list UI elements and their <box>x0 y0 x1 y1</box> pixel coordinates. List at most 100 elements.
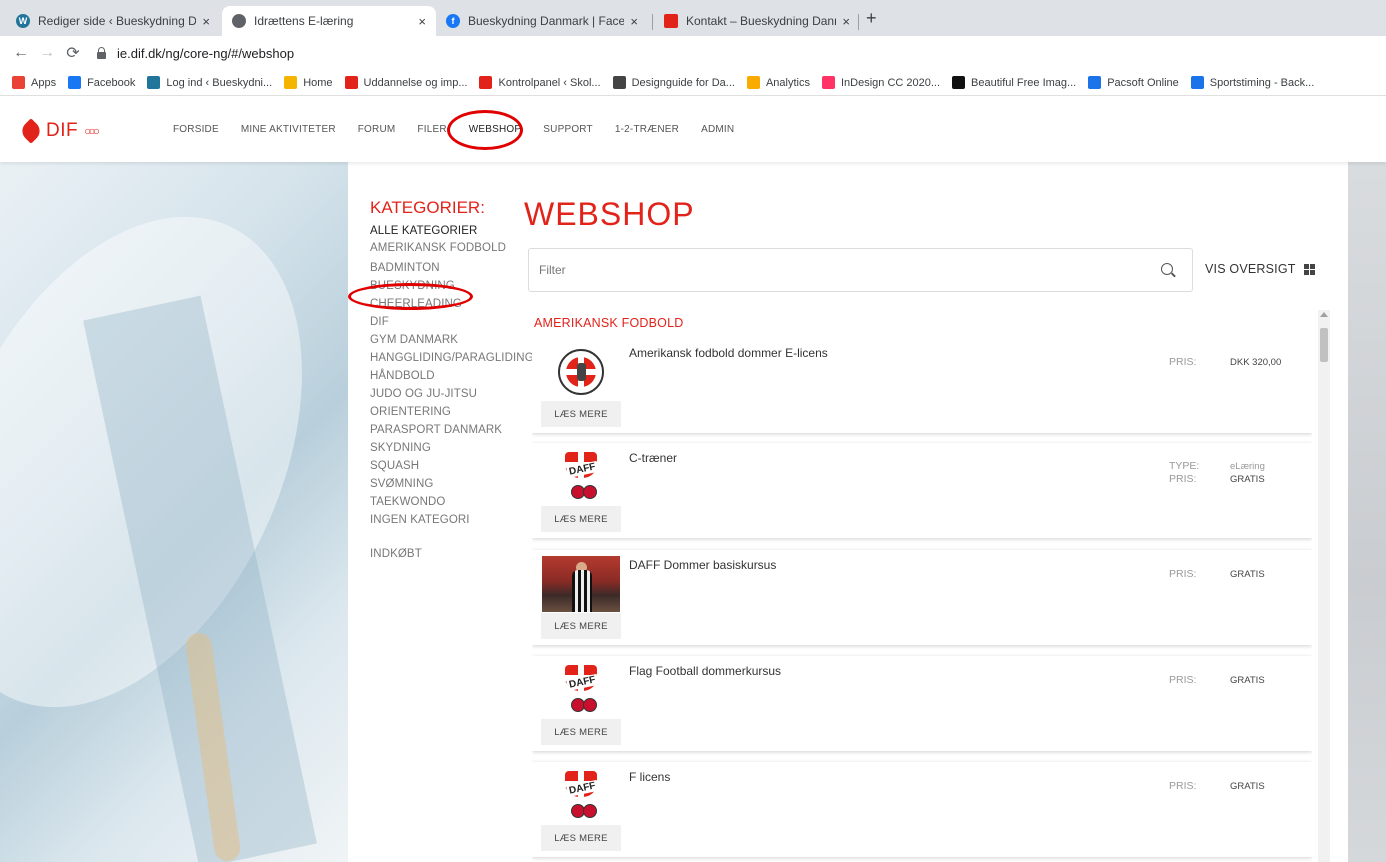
read-more-button[interactable]: LÆS MERE <box>541 506 621 532</box>
category-svoemning[interactable]: SVØMNING <box>370 475 540 493</box>
bookmark-item[interactable]: Designguide for Da... <box>612 76 735 89</box>
bookmark-item[interactable]: Uddannelse og imp... <box>344 76 468 89</box>
browser-tab-bar: W Rediger side ‹ Bueskydning Dann × Idræ… <box>0 0 1386 36</box>
view-overview-toggle[interactable]: VIS OVERSIGT <box>1205 262 1315 276</box>
close-icon[interactable]: × <box>418 14 426 29</box>
bookmark-item[interactable]: Facebook <box>68 76 135 89</box>
view-overview-label: VIS OVERSIGT <box>1205 262 1296 276</box>
read-more-button[interactable]: LÆS MERE <box>541 401 621 427</box>
nav-mine-aktiviteter[interactable]: MINE AKTIVITETER <box>241 124 336 135</box>
new-tab-button[interactable]: + <box>866 8 877 29</box>
category-indkoebt[interactable]: INDKØBT <box>370 545 540 563</box>
read-more-button[interactable]: LÆS MERE <box>541 613 621 639</box>
category-gym-danmark[interactable]: GYM DANMARK <box>370 331 540 349</box>
bookmark-favicon-icon <box>1190 76 1204 89</box>
nav-admin[interactable]: ADMIN <box>701 124 734 135</box>
bookmark-item[interactable]: Log ind ‹ Bueskydni... <box>147 76 272 89</box>
category-dif[interactable]: DIF <box>370 313 540 331</box>
category-ingen-kategori[interactable]: INGEN KATEGORI <box>370 511 540 529</box>
back-arrow-icon[interactable]: ← <box>8 44 34 62</box>
product-thumbnail <box>542 554 620 614</box>
bookmark-label: Uddannelse og imp... <box>363 76 468 89</box>
tab-facebook[interactable]: f Bueskydning Danmark | Faceboo × <box>436 6 648 36</box>
product-title[interactable]: C-træner <box>629 451 677 465</box>
product-list-scrollbar[interactable] <box>1318 310 1330 862</box>
category-all[interactable]: ALLE KATEGORIER <box>370 222 540 240</box>
category-parasport-danmark[interactable]: PARASPORT DANMARK <box>370 421 540 439</box>
category-orientering[interactable]: ORIENTERING <box>370 403 540 421</box>
forward-arrow-icon[interactable]: → <box>34 44 60 62</box>
bookmark-item[interactable]: Pacsoft Online <box>1088 76 1179 89</box>
category-squash[interactable]: SQUASH <box>370 457 540 475</box>
price-label: PRIS: <box>1169 356 1197 368</box>
category-amerikansk-fodbold[interactable]: AMERIKANSK FODBOLD <box>370 241 540 259</box>
nav-1-2-traener[interactable]: 1-2-TRÆNER <box>615 124 679 135</box>
nav-forum[interactable]: FORUM <box>358 124 396 135</box>
nav-filer[interactable]: FILER <box>417 124 446 135</box>
url-text[interactable]: ie.dif.dk/ng/core-ng/#/webshop <box>117 46 294 61</box>
address-bar[interactable]: ie.dif.dk/ng/core-ng/#/webshop <box>96 46 294 61</box>
bookmark-label: Kontrolpanel ‹ Skol... <box>498 76 601 89</box>
bookmark-item[interactable]: Kontrolpanel ‹ Skol... <box>479 76 601 89</box>
filter-input[interactable] <box>529 249 1149 291</box>
price-value: GRATIS <box>1230 781 1265 792</box>
product-title[interactable]: Amerikansk fodbold dommer E-licens <box>629 346 828 360</box>
bookmark-item[interactable]: Sportstiming - Back... <box>1190 76 1314 89</box>
bookmark-label: Apps <box>31 76 57 89</box>
tab-kontakt[interactable]: Kontakt – Bueskydning Danmark × <box>654 6 860 36</box>
product-title[interactable]: F licens <box>629 770 670 784</box>
bookmark-favicon-icon <box>952 76 966 89</box>
bookmarks-bar: Apps Facebook Log ind ‹ Bueskydni... Home Ud… <box>0 70 1386 96</box>
apps-grid-icon <box>12 76 25 89</box>
category-skydning[interactable]: SKYDNING <box>370 439 540 457</box>
tab-separator <box>858 14 859 30</box>
close-icon[interactable]: × <box>202 14 210 29</box>
wordpress-icon: W <box>16 14 30 28</box>
nav-forside[interactable]: FORSIDE <box>173 124 219 135</box>
bookmark-item[interactable]: Home <box>284 76 333 89</box>
bookmark-label: Beautiful Free Imag... <box>971 76 1077 89</box>
bookmark-item[interactable]: InDesign CC 2020... <box>821 76 941 89</box>
annotation-circle-webshop <box>447 110 523 150</box>
logo-text: DIF <box>46 120 79 141</box>
bookmark-item[interactable]: Beautiful Free Imag... <box>952 76 1076 89</box>
price-value: GRATIS <box>1230 675 1265 686</box>
read-more-button[interactable]: LÆS MERE <box>541 719 621 745</box>
tab-label: Kontakt – Bueskydning Danmark <box>686 14 836 28</box>
scrollbar-thumb[interactable] <box>1320 328 1328 362</box>
category-hanggliding-paragliding[interactable]: HANGGLIDING/PARAGLIDING <box>370 349 540 367</box>
nav-support[interactable]: SUPPORT <box>543 124 593 135</box>
background-image-right <box>1348 162 1386 862</box>
search-icon[interactable] <box>1161 263 1173 275</box>
product-thumbnail: DAFF <box>542 766 620 826</box>
tab-rediger-side[interactable]: W Rediger side ‹ Bueskydning Dann × <box>6 6 220 36</box>
category-haandbold[interactable]: HÅNDBOLD <box>370 367 540 385</box>
dif-logo[interactable]: DIF ○○○ <box>18 118 100 144</box>
product-title[interactable]: DAFF Dommer basiskursus <box>629 558 776 572</box>
price-value: DKK 320,00 <box>1230 357 1282 368</box>
bookmark-label: Facebook <box>87 76 136 89</box>
product-list: LÆS MERE Amerikansk fodbold dommer E-lic… <box>532 338 1312 862</box>
price-value: GRATIS <box>1230 474 1265 485</box>
price-label: PRIS: <box>1169 780 1197 792</box>
close-icon[interactable]: × <box>842 14 850 29</box>
product-thumbnail: DAFF <box>542 660 620 720</box>
bookmark-favicon-icon <box>746 76 760 89</box>
product-thumbnail <box>542 342 620 402</box>
close-icon[interactable]: × <box>630 14 638 29</box>
category-judo-og-ju-jitsu[interactable]: JUDO OG JU-JITSU <box>370 385 540 403</box>
type-label: TYPE: <box>1169 460 1200 472</box>
tab-idraettens-e-laering[interactable]: Idrættens E-læring × <box>222 6 436 36</box>
bookmark-favicon-icon <box>147 76 161 89</box>
category-taekwondo[interactable]: TAEKWONDO <box>370 493 540 511</box>
bookmark-favicon-icon <box>344 76 358 89</box>
category-badminton[interactable]: BADMINTON <box>370 259 540 277</box>
bookmark-item[interactable]: Apps <box>12 76 56 89</box>
reload-icon[interactable]: ⟳ <box>60 43 86 63</box>
scroll-up-arrow-icon[interactable] <box>1320 312 1328 317</box>
product-title[interactable]: Flag Football dommerkursus <box>629 664 781 678</box>
bookmark-label: InDesign CC 2020... <box>840 76 941 89</box>
tab-label: Rediger side ‹ Bueskydning Dann <box>38 14 197 28</box>
bookmark-item[interactable]: Analytics <box>746 76 810 89</box>
read-more-button[interactable]: LÆS MERE <box>541 825 621 851</box>
